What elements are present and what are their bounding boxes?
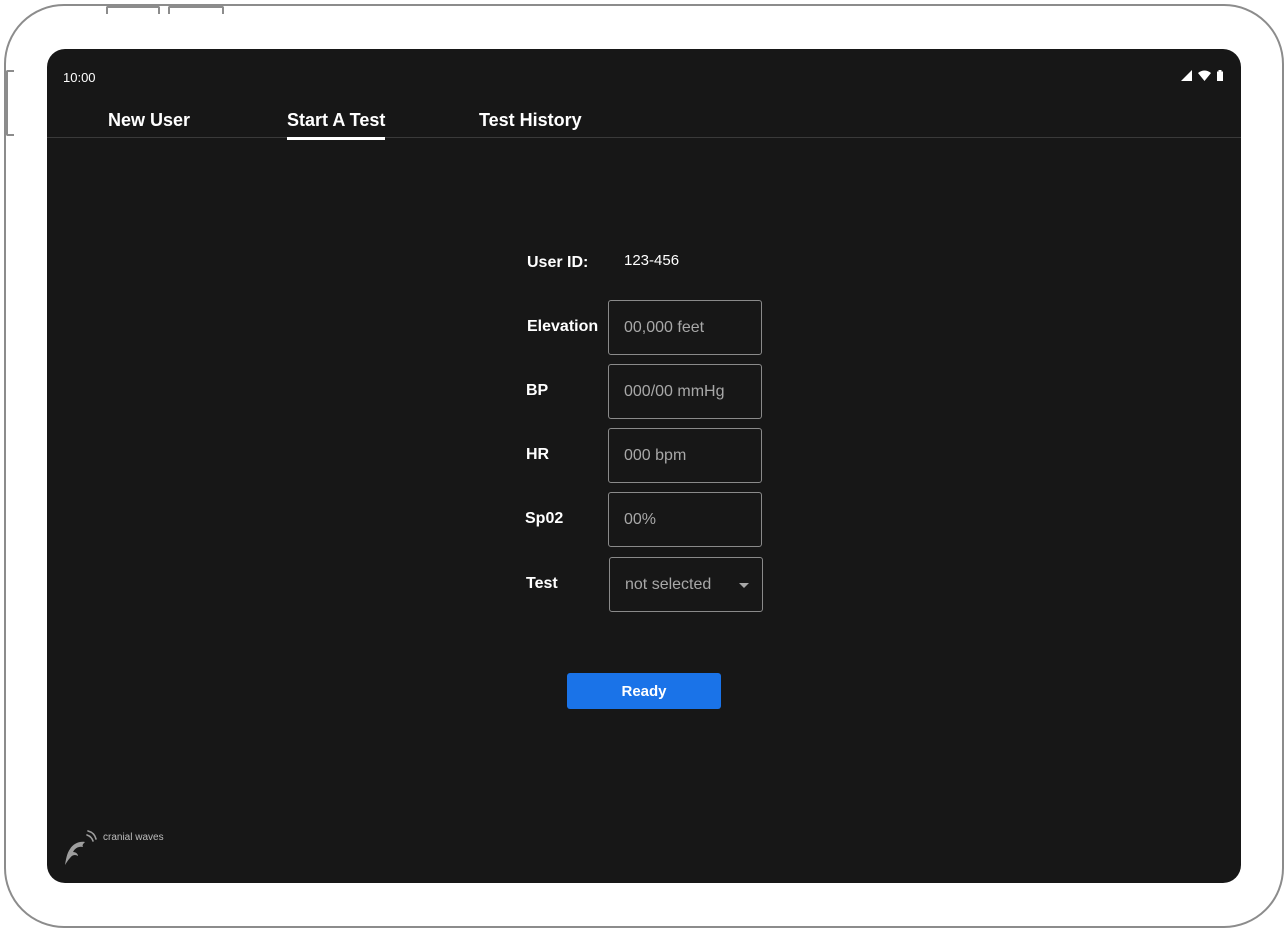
elevation-label: Elevation bbox=[527, 318, 599, 335]
spo2-label: Sp02 bbox=[525, 510, 564, 527]
cranial-waves-logo: cranial waves bbox=[61, 829, 164, 867]
wifi-icon bbox=[1198, 70, 1211, 81]
dolphin-icon bbox=[65, 830, 97, 865]
hardware-button bbox=[6, 70, 14, 136]
tab-new-user[interactable]: New User bbox=[108, 110, 190, 137]
hr-label: HR bbox=[526, 446, 550, 463]
ready-button[interactable]: Ready bbox=[567, 673, 721, 709]
spo2-field-box bbox=[608, 492, 762, 547]
app-screen: 10:00 New User Start A Test Test History… bbox=[47, 49, 1241, 883]
battery-icon bbox=[1217, 70, 1223, 81]
elevation-field-box bbox=[608, 300, 762, 355]
test-label: Test bbox=[526, 575, 558, 592]
hardware-button bbox=[106, 6, 160, 14]
hr-input[interactable] bbox=[609, 429, 761, 482]
signal-icon bbox=[1181, 70, 1192, 81]
test-select-value: not selected bbox=[625, 576, 712, 593]
test-select[interactable]: not selected bbox=[609, 557, 763, 612]
tab-test-history[interactable]: Test History bbox=[479, 110, 582, 137]
user-id-value: 123-456 bbox=[624, 252, 680, 269]
status-bar: 10:00 bbox=[47, 49, 1241, 103]
bp-field-box bbox=[608, 364, 762, 419]
spo2-input[interactable] bbox=[609, 493, 761, 546]
status-time: 10:00 bbox=[63, 70, 96, 85]
user-id-label: User ID: bbox=[527, 254, 589, 271]
logo-text: cranial waves bbox=[103, 832, 164, 843]
hardware-button bbox=[168, 6, 224, 14]
hr-field-box bbox=[608, 428, 762, 483]
status-icons bbox=[1181, 70, 1223, 81]
tab-bar: New User Start A Test Test History bbox=[47, 103, 1241, 140]
bp-label: BP bbox=[526, 382, 549, 399]
elevation-input[interactable] bbox=[609, 301, 761, 354]
bp-input[interactable] bbox=[609, 365, 761, 418]
tab-start-a-test[interactable]: Start A Test bbox=[287, 110, 386, 140]
dropdown-arrow-icon bbox=[739, 583, 749, 588]
